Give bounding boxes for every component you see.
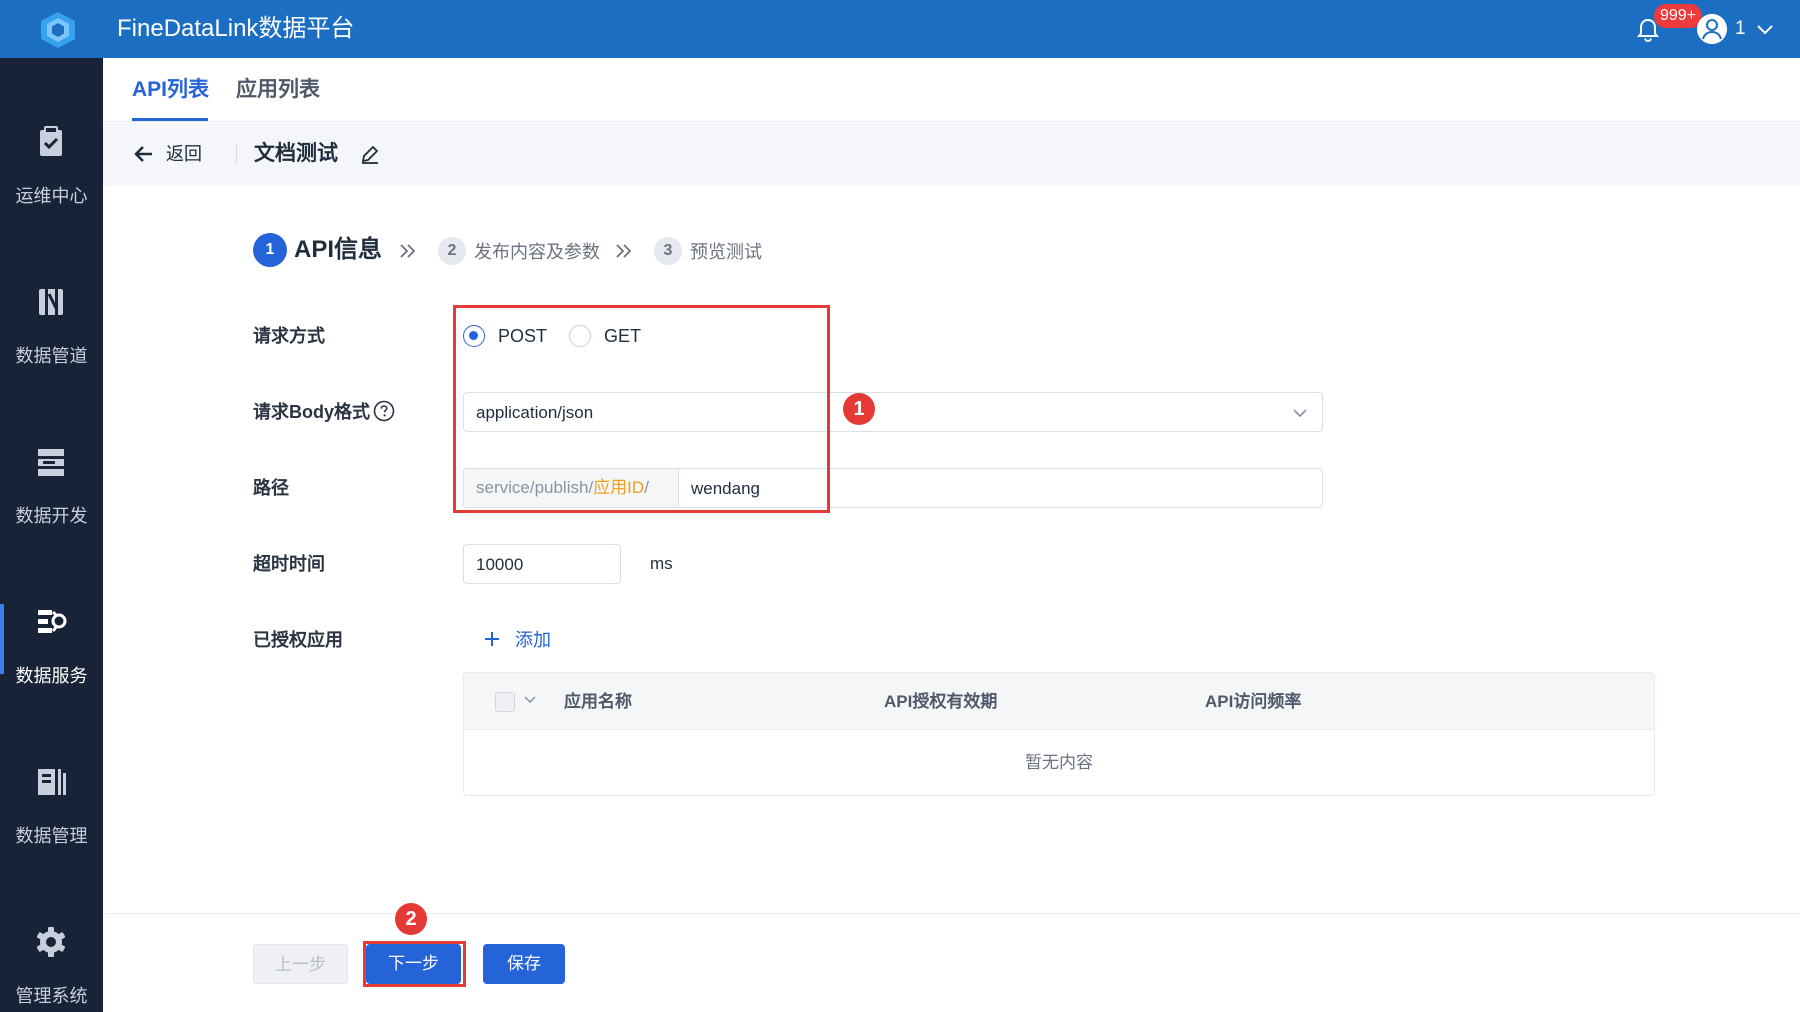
- column-header-validity: API授权有效期: [884, 692, 998, 711]
- step-3-label: 预览测试: [690, 242, 762, 262]
- table-empty-text: 暂无内容: [1025, 753, 1093, 772]
- step-2-number: 2: [438, 237, 466, 265]
- sidebar-item-data-pipeline[interactable]: 数据管道: [0, 240, 103, 400]
- tab-api-list[interactable]: API列表: [132, 76, 209, 104]
- app-title: FineDataLink数据平台: [117, 15, 355, 42]
- sidebar: 运维中心 数据管道 数据开发 数据服务 数据管理 管理系统: [0, 58, 103, 1012]
- timeout-unit: ms: [650, 554, 673, 573]
- page-header: 返回 文档测试: [103, 123, 1800, 186]
- sidebar-item-label: 管理系统: [15, 986, 88, 1006]
- tab-app-list[interactable]: 应用列表: [236, 76, 320, 104]
- save-button[interactable]: 保存: [483, 944, 565, 984]
- edit-icon[interactable]: [358, 142, 382, 166]
- column-header-frequency: API访问频率: [1205, 692, 1302, 711]
- step-1-label: API信息: [294, 236, 383, 263]
- sidebar-item-label: 数据开发: [15, 506, 88, 526]
- authorized-apps-table: 应用名称 API授权有效期 API访问频率 暂无内容: [463, 672, 1655, 796]
- annotation-marker-2: 2: [395, 903, 427, 935]
- tab-active-underline: [132, 118, 208, 121]
- timeout-label: 超时时间: [253, 554, 325, 574]
- clipboard-check-icon: [40, 126, 62, 156]
- sidebar-item-ops-center[interactable]: 运维中心: [0, 80, 103, 240]
- sidebar-item-label: 数据服务: [15, 666, 88, 686]
- chevron-down-icon: [1293, 409, 1307, 418]
- select-all-checkbox[interactable]: [495, 692, 515, 712]
- table-header: 应用名称 API授权有效期 API访问频率: [464, 673, 1654, 730]
- add-app-button[interactable]: 添加: [515, 628, 551, 652]
- timeout-value: 10000: [476, 555, 524, 574]
- sidebar-item-label: 数据管理: [15, 826, 88, 846]
- page-title: 文档测试: [254, 142, 338, 165]
- avatar[interactable]: [1697, 14, 1727, 44]
- back-arrow-icon[interactable]: [132, 142, 156, 166]
- sidebar-item-system-admin[interactable]: 管理系统: [0, 880, 103, 1012]
- sidebar-item-label: 运维中心: [15, 186, 88, 206]
- chevron-down-icon[interactable]: [1754, 18, 1776, 40]
- step-1-number: 1: [253, 233, 287, 267]
- divider: [236, 144, 237, 164]
- data-service-icon: [38, 610, 67, 633]
- app-logo-icon[interactable]: [36, 10, 80, 50]
- chevron-down-icon[interactable]: [522, 692, 538, 708]
- double-chevron-right-icon: [616, 244, 632, 258]
- method-label: 请求方式: [253, 326, 325, 346]
- pipeline-icon: [39, 289, 63, 315]
- user-name[interactable]: 1: [1735, 16, 1746, 42]
- annotation-box-1: [453, 305, 830, 513]
- body-format-label: 请求Body格式: [253, 402, 370, 422]
- help-icon[interactable]: [373, 400, 395, 422]
- data-management-icon: [38, 769, 66, 795]
- sidebar-item-data-dev[interactable]: 数据开发: [0, 400, 103, 560]
- plus-icon[interactable]: [482, 629, 502, 649]
- footer-divider: [103, 913, 1800, 914]
- path-label: 路径: [253, 478, 289, 498]
- prev-step-button[interactable]: 上一步: [253, 944, 348, 984]
- annotation-marker-1: 1: [843, 393, 875, 425]
- step-3-number: 3: [654, 237, 682, 265]
- notification-badge: 999+: [1654, 4, 1703, 28]
- back-button[interactable]: 返回: [166, 142, 202, 166]
- gear-icon: [36, 927, 66, 957]
- step-2-label: 发布内容及参数: [474, 242, 600, 262]
- timeout-input[interactable]: 10000: [463, 544, 621, 584]
- sidebar-item-label: 数据管道: [15, 346, 88, 366]
- tab-bar: API列表 应用列表: [103, 58, 1800, 122]
- sidebar-item-data-service[interactable]: 数据服务: [0, 560, 103, 720]
- authorized-apps-label: 已授权应用: [253, 630, 343, 650]
- double-chevron-right-icon: [400, 244, 416, 258]
- column-header-app-name: 应用名称: [564, 692, 632, 711]
- top-bar: FineDataLink数据平台 999+ 1: [0, 0, 1800, 58]
- sidebar-item-data-management[interactable]: 数据管理: [0, 720, 103, 880]
- database-dev-icon: [38, 449, 64, 476]
- annotation-box-2: [363, 941, 466, 987]
